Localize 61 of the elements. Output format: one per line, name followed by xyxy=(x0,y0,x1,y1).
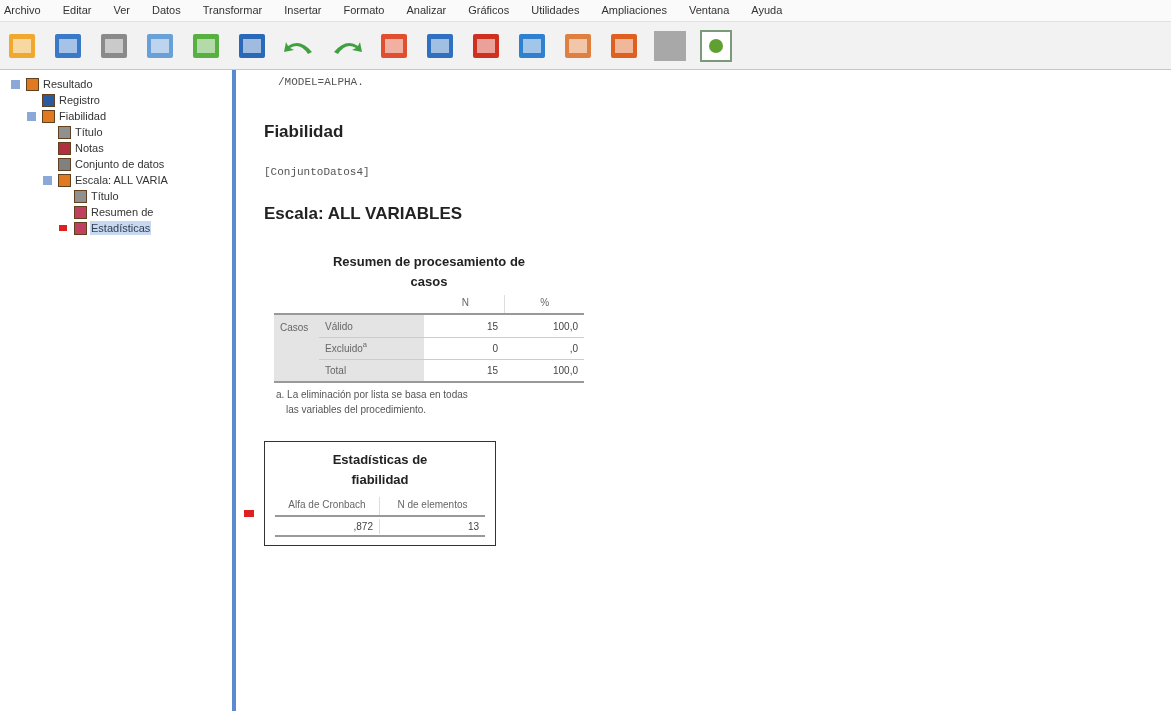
tree-item[interactable]: Escala: ALL VARIA xyxy=(74,173,169,187)
tree-node-icon xyxy=(58,141,71,155)
menu-item[interactable]: Analizar xyxy=(406,2,447,19)
table-title: Resumen de procesamiento de casos xyxy=(331,253,527,291)
menu-item[interactable]: Transformar xyxy=(202,2,263,19)
tree-item[interactable]: Resultado xyxy=(42,77,94,91)
tree-item[interactable]: Título xyxy=(90,189,120,203)
tree-node-icon xyxy=(74,221,87,235)
tree-node-icon xyxy=(26,77,39,91)
section-heading: Escala: ALL VARIABLES xyxy=(264,202,464,225)
menu-item[interactable]: Insertar xyxy=(284,2,322,19)
reliability-table[interactable]: Estadísticas de fiabilidad Alfa de Cronbach N de elementos ,872 13 xyxy=(264,441,496,546)
menu-item[interactable]: Ver xyxy=(113,2,130,19)
menu-item[interactable]: Archivo xyxy=(4,2,41,19)
tree-item[interactable]: Registro xyxy=(58,93,101,107)
tree-node-icon xyxy=(74,205,87,219)
table-footnote: a. La eliminación por lista se basa en todas las variables del procedimiento. xyxy=(275,388,469,417)
table-title: Estadísticas de fiabilidad xyxy=(331,451,429,489)
collapse-toggle-icon[interactable] xyxy=(26,111,36,121)
collapse-toggle-icon[interactable] xyxy=(42,175,52,185)
menu-item[interactable]: Utilidades xyxy=(531,2,580,19)
syntax-text: /MODEL=ALPHA. xyxy=(277,75,365,90)
column-header: N de elementos xyxy=(396,498,469,512)
tree-node-icon xyxy=(58,157,71,171)
tree-node-icon xyxy=(58,125,71,139)
table-cell-text: 15 xyxy=(485,319,499,334)
column-header: Alfa de Cronbach xyxy=(275,497,380,515)
collapse-toggle-icon[interactable] xyxy=(10,79,20,89)
menu-item[interactable]: Editar xyxy=(62,2,92,19)
table-cell-text: 100,0 xyxy=(551,364,579,378)
row-header: Excluido$^{a}$ xyxy=(319,338,424,359)
table-cell-text: 15 xyxy=(485,364,499,378)
menu-item[interactable]: Datos xyxy=(151,2,181,19)
row-header: Válido xyxy=(319,315,424,337)
menu-item[interactable]: Gráficos xyxy=(468,2,510,19)
tree-item[interactable]: Estadísticas xyxy=(90,221,152,235)
menu-item[interactable]: Formato xyxy=(343,2,385,19)
tree-node-icon xyxy=(42,93,55,107)
row-group-header: Casos xyxy=(274,315,319,381)
menu-item[interactable]: Ayuda xyxy=(751,2,783,19)
blank-square-icon[interactable] xyxy=(654,30,686,61)
tree-item[interactable]: Fiabilidad xyxy=(58,109,108,123)
tree-item[interactable]: Título xyxy=(74,125,104,139)
tree-node-icon xyxy=(58,173,71,187)
tree-item[interactable]: Resumen de xyxy=(90,205,155,219)
dataset-text: [ConjuntoDatos4] xyxy=(264,165,371,180)
tree-item[interactable]: Conjunto de datos xyxy=(74,157,166,171)
table-cell-text: 100,0 xyxy=(551,319,579,334)
table-cell: ,872 xyxy=(275,518,380,534)
table-cell-text: 0 xyxy=(491,342,499,356)
menu-item[interactable]: Ventana xyxy=(688,2,730,19)
table-cell-text: ,0 xyxy=(568,342,579,356)
table-cell-text: 13 xyxy=(466,519,480,534)
column-header: N xyxy=(426,295,506,313)
menu-item[interactable]: Ampliaciones xyxy=(601,2,667,19)
column-header: % xyxy=(539,296,551,310)
tree-node-icon xyxy=(42,109,55,123)
row-header: Total xyxy=(319,360,424,381)
tree-node-icon xyxy=(74,189,87,203)
tree-item[interactable]: Notas xyxy=(74,141,105,155)
section-heading: Fiabilidad xyxy=(264,120,345,143)
